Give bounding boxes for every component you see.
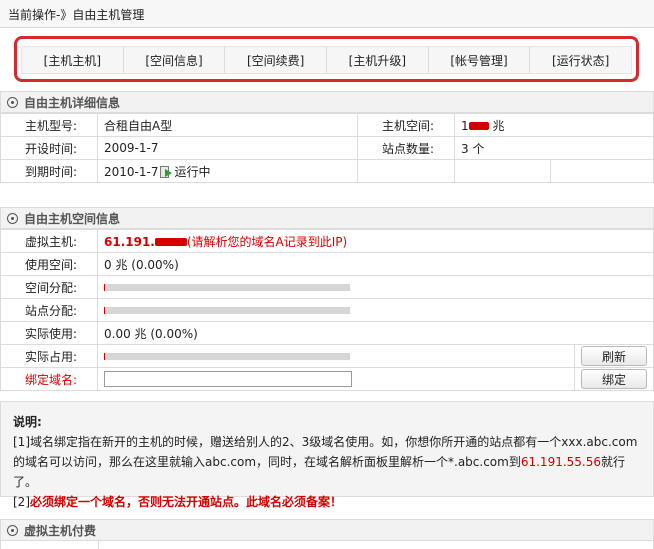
space-alloc-progress [104, 284, 350, 291]
expire-date: 2010-1-7 [104, 164, 159, 179]
breadcrumb-text: 当前操作-》自由主机管理 [8, 8, 145, 22]
vhost-hint: (请解析您的域名A记录到此IP) [186, 234, 348, 249]
bind-domain-input[interactable] [104, 371, 352, 387]
space-alloc-cell [97, 275, 654, 299]
tab-account-manage[interactable]: [帐号管理] [428, 47, 531, 73]
table-row: 开设时间: 2009-1-7 站点数量: 3 个 [0, 136, 654, 160]
sites-label: 站点数量: [357, 136, 455, 160]
vhost-value: 61.191. (请解析您的域名A记录到此IP) [97, 229, 654, 253]
target-icon [7, 524, 18, 536]
payment-body [0, 541, 654, 549]
tab-label: [空间续费] [246, 53, 305, 68]
table-row: 站点分配: [0, 298, 654, 322]
empty-cell [454, 159, 551, 183]
space-value-prefix: 1 [461, 118, 469, 133]
tab-run-status[interactable]: [运行状态] [530, 47, 632, 73]
refresh-cell: 刷新 [574, 344, 654, 368]
open-value: 2009-1-7 [97, 136, 358, 160]
status-text: 运行中 [174, 164, 211, 179]
target-icon [7, 212, 18, 224]
section-title: 自由主机空间信息 [24, 211, 121, 226]
space-value: 1 兆 [454, 113, 654, 137]
actual-occ-label: 实际占用: [0, 344, 98, 368]
redacted-mark [154, 238, 187, 246]
running-status-icon [160, 165, 173, 178]
expire-label: 到期时间: [0, 159, 98, 183]
host-detail-table: 主机型号: 合租自由A型 主机空间: 1 兆 开设时间: 2009-1-7 站点… [0, 113, 654, 183]
redacted-mark [468, 122, 489, 130]
instruction-index: [2] [13, 495, 30, 509]
tab-space-info[interactable]: [空间信息] [123, 47, 226, 73]
tab-label: [主机主机] [43, 53, 102, 68]
tab-host-upgrade[interactable]: [主机升级] [327, 47, 429, 73]
tab-bar: [主机主机] [空间信息] [空间续费] [主机升级] [帐号管理] [运行状态… [21, 46, 632, 74]
section-title: 虚拟主机付费 [24, 523, 97, 538]
instruction-line-1: [1]域名绑定指在新开的主机的时候，赠送给别人的2、3级域名使用。如，你想你所开… [13, 432, 641, 492]
space-info-table: 虚拟主机: 61.191. (请解析您的域名A记录到此IP) 使用空间: 0 兆 … [0, 229, 654, 391]
tab-host-main[interactable]: [主机主机] [22, 47, 124, 73]
progress-fill [104, 284, 106, 291]
actual-use-value: 0.00 兆 (0.00%) [97, 321, 654, 345]
instruction-line-2: [2]必须绑定一个域名，否则无法开通站点。此域名必须备案！ [13, 492, 641, 512]
empty-cell [357, 159, 455, 183]
tab-label: [运行状态] [552, 53, 610, 68]
table-row: 虚拟主机: 61.191. (请解析您的域名A记录到此IP) [0, 229, 654, 253]
refresh-button[interactable]: 刷新 [581, 346, 647, 366]
tab-bar-highlight: [主机主机] [空间信息] [空间续费] [主机升级] [帐号管理] [运行状态… [14, 36, 639, 82]
expire-value: 2010-1-7 运行中 [97, 159, 358, 183]
bind-button[interactable]: 绑定 [581, 369, 647, 389]
model-value: 合租自由A型 [97, 113, 358, 137]
host-detail-header: 自由主机详细信息 [0, 91, 654, 113]
progress-fill [104, 353, 106, 360]
instruction-ip: 61.191.55.56 [520, 455, 601, 469]
space-info-header: 自由主机空间信息 [0, 207, 654, 229]
table-row: 到期时间: 2010-1-7 运行中 [0, 159, 654, 183]
space-value-unit: 兆 [492, 118, 505, 133]
instructions-title: 说明: [13, 415, 42, 429]
tab-label: [空间信息] [145, 53, 203, 68]
table-row: 实际占用: 刷新 [0, 344, 654, 368]
space-label: 主机空间: [357, 113, 455, 137]
site-alloc-label: 站点分配: [0, 298, 98, 322]
table-row: 实际使用: 0.00 兆 (0.00%) [0, 321, 654, 345]
actual-use-label: 实际使用: [0, 321, 98, 345]
used-label: 使用空间: [0, 252, 98, 276]
tab-label: [帐号管理] [450, 53, 508, 68]
sites-value: 3 个 [454, 136, 654, 160]
tab-label: [主机升级] [348, 53, 407, 68]
vhost-label: 虚拟主机: [0, 229, 98, 253]
empty-cell [550, 159, 654, 183]
site-alloc-cell [97, 298, 654, 322]
bind-domain-label: 绑定域名: [0, 367, 98, 391]
actual-occ-progress [104, 353, 350, 360]
instruction-warning: 必须绑定一个域名，否则无法开通站点。此域名必须备案！ [30, 495, 343, 509]
used-value: 0 兆 (0.00%) [97, 252, 654, 276]
vhost-ip: 61.191. [104, 234, 155, 249]
actual-occ-cell [97, 344, 575, 368]
table-row: 使用空间: 0 兆 (0.00%) [0, 252, 654, 276]
space-alloc-label: 空间分配: [0, 275, 98, 299]
site-alloc-progress [104, 307, 350, 314]
table-row: 主机型号: 合租自由A型 主机空间: 1 兆 [0, 113, 654, 137]
table-row: 绑定域名: 绑定 [0, 367, 654, 391]
table-row: 空间分配: [0, 275, 654, 299]
target-icon [7, 96, 18, 108]
tab-space-renew[interactable]: [空间续费] [225, 47, 328, 73]
progress-fill [104, 307, 106, 314]
section-title: 自由主机详细信息 [24, 95, 121, 110]
open-label: 开设时间: [0, 136, 98, 160]
bind-button-cell: 绑定 [574, 367, 654, 391]
breadcrumb: 当前操作-》自由主机管理 [0, 0, 654, 28]
bind-domain-cell [97, 367, 575, 391]
instructions-panel: 说明: [1]域名绑定指在新开的主机的时候，赠送给别人的2、3级域名使用。如，你… [0, 401, 654, 509]
model-label: 主机型号: [0, 113, 98, 137]
payment-header: 虚拟主机付费 [0, 519, 654, 541]
